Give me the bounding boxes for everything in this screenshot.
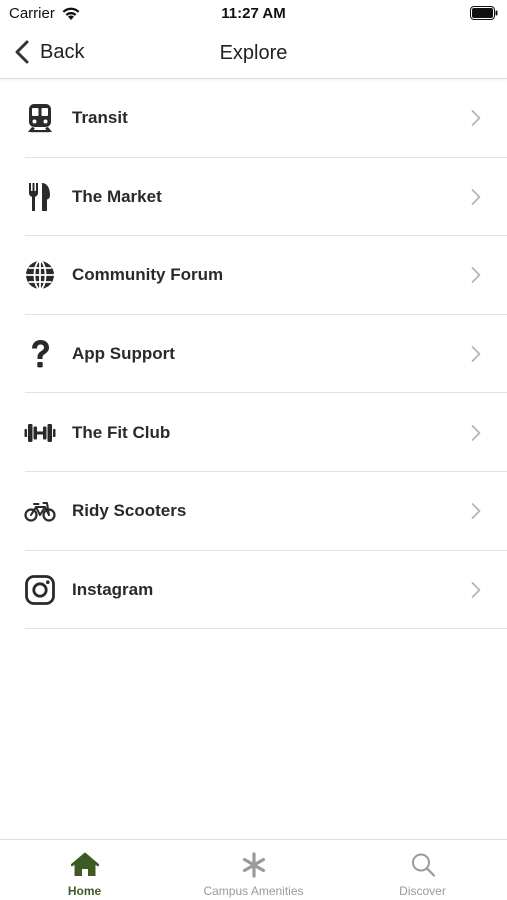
chevron-right-icon [471, 503, 481, 520]
home-icon [70, 852, 99, 876]
list-item-label: Transit [72, 108, 128, 128]
chevron-right-icon [471, 581, 481, 598]
tab-label: Discover [399, 884, 446, 898]
search-icon [411, 853, 435, 877]
list-item-app-support[interactable]: App Support [0, 315, 507, 394]
list-item-label: The Fit Club [72, 422, 171, 442]
tab-label: Home [67, 884, 102, 898]
tab-label: Campus Amenities [203, 884, 304, 898]
chevron-right-icon [471, 110, 481, 127]
list-item-transit[interactable]: Transit [0, 79, 507, 158]
list-item-fit-club[interactable]: The Fit Club [0, 393, 507, 472]
list-item-label: Community Forum [72, 265, 224, 285]
instagram-icon [24, 574, 56, 606]
tab-discover[interactable]: Discover [338, 840, 507, 900]
battery-icon [470, 6, 498, 20]
asterisk-icon [242, 852, 265, 878]
train-icon [24, 102, 56, 134]
list-item-community-forum[interactable]: Community Forum [0, 236, 507, 315]
list-item-ridy-scooters[interactable]: Ridy Scooters [0, 472, 507, 551]
clock: 11:27 AM [221, 5, 286, 22]
fork-knife-icon [24, 181, 56, 213]
list-item-label: The Market [72, 186, 162, 206]
chevron-right-icon [471, 267, 481, 284]
tab-campus-amenities[interactable]: Campus Amenities [169, 840, 338, 900]
list-item-label: Ridy Scooters [72, 501, 187, 521]
list-item-label: Instagram [72, 579, 154, 599]
tab-bar: Home Campus Amenities Discover [0, 839, 507, 900]
chevron-right-icon [471, 346, 481, 362]
bicycle-icon [24, 495, 56, 527]
list-item-market[interactable]: The Market [0, 158, 507, 237]
page-title: Explore [219, 42, 288, 64]
globe-icon [24, 259, 56, 291]
navigation-bar: Back Explore [0, 28, 507, 79]
list-item-label: App Support [72, 344, 175, 364]
status-bar: Carrier 11:27 AM [0, 0, 507, 28]
tab-home[interactable]: Home [0, 840, 169, 900]
dumbbell-icon [24, 417, 56, 449]
explore-list: Transit The Market Community Forum App S… [0, 79, 507, 629]
list-item-instagram[interactable]: Instagram [0, 551, 507, 630]
chevron-right-icon [471, 188, 481, 205]
chevron-right-icon [471, 424, 481, 441]
question-icon [24, 338, 56, 370]
